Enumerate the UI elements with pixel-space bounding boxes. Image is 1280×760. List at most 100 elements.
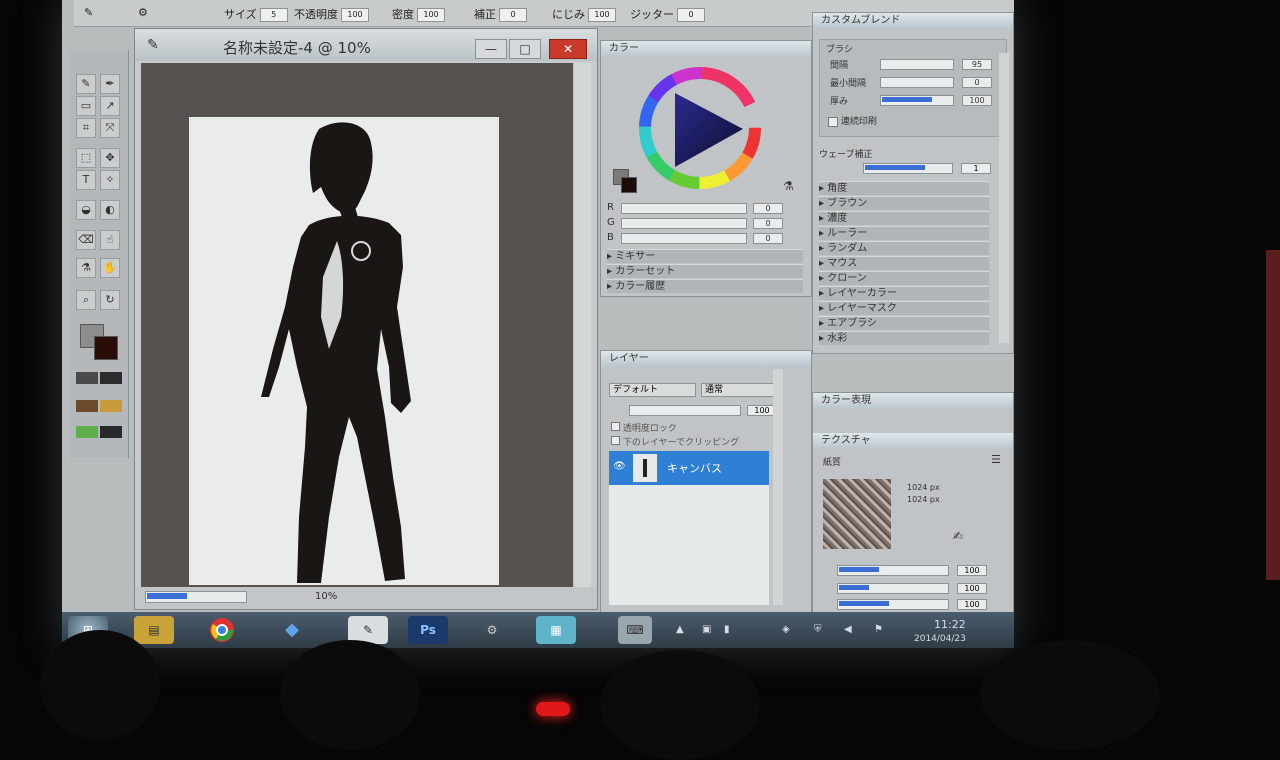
steam-icon[interactable]: ⚙ <box>472 616 512 644</box>
primary-color-swatch[interactable] <box>621 177 637 193</box>
b-slider[interactable] <box>621 233 747 244</box>
layer-blend-select[interactable]: デフォルト <box>609 383 696 397</box>
swatch-green[interactable] <box>76 426 98 438</box>
g-slider[interactable] <box>621 218 747 229</box>
correction-input[interactable]: 0 <box>499 8 527 22</box>
blend-input[interactable]: 100 <box>588 8 616 22</box>
select-tool-icon[interactable]: ⬚ <box>76 148 96 168</box>
lasso-tool-icon[interactable]: ↗ <box>100 96 120 116</box>
layer-row-selected[interactable]: 👁 キャンバス <box>609 451 769 485</box>
transform-tool-icon[interactable]: ⤧ <box>100 118 120 138</box>
rotate-tool-icon[interactable]: ↻ <box>100 290 120 310</box>
network-icon[interactable]: ◈ <box>782 624 790 635</box>
spacing-slider[interactable] <box>880 59 954 70</box>
color-expression-header[interactable]: カラー表現 <box>813 393 1013 409</box>
options-icon[interactable]: ⚙ <box>138 6 148 19</box>
brush-tool-icon[interactable]: ✎ <box>84 6 93 19</box>
brush-list-item[interactable]: ▸ エアブラシ <box>819 316 989 330</box>
chrome-icon[interactable] <box>202 616 242 644</box>
zoom-tool-icon[interactable]: ⌕ <box>76 290 96 310</box>
min-size-input[interactable]: 100 <box>341 8 369 22</box>
r-slider[interactable] <box>621 203 747 214</box>
move-tool-icon[interactable]: ✥ <box>100 148 120 168</box>
explorer-icon[interactable]: ▤ <box>134 616 174 644</box>
layer-mode-select[interactable]: 通常 <box>701 383 776 397</box>
texture-value-3[interactable]: 100 <box>957 599 987 610</box>
b-value-input[interactable]: 0 <box>753 233 783 244</box>
clock-time[interactable]: 11:22 <box>934 618 966 631</box>
mode-icon[interactable] <box>76 372 98 384</box>
dropbox-icon[interactable]: ◆ <box>272 616 312 644</box>
maximize-button[interactable]: □ <box>509 39 541 59</box>
color-history-section[interactable]: ▸ カラー履歴 <box>607 279 803 293</box>
spacing-value[interactable]: 95 <box>962 59 992 70</box>
swatch-gold[interactable] <box>100 400 122 412</box>
shield-icon[interactable]: ⛨ <box>814 624 822 635</box>
brush-list-item[interactable]: ▸ ルーラー <box>819 226 989 240</box>
bucket-tool-icon[interactable]: ◒ <box>76 200 96 220</box>
swatch-dark[interactable] <box>100 426 122 438</box>
hand-tool-icon[interactable]: ✋ <box>100 258 120 278</box>
lock-alpha-checkbox[interactable] <box>611 422 620 431</box>
brush-list-item[interactable]: ▸ 濃度 <box>819 211 989 225</box>
eyedropper-tool-icon[interactable]: ⚗ <box>76 258 96 278</box>
tray-icon-2[interactable]: ▮ <box>724 624 730 635</box>
color-panel-header[interactable]: カラー <box>601 41 811 57</box>
brush-list-item[interactable]: ▸ クローン <box>819 271 989 285</box>
texture-value-2[interactable]: 100 <box>957 583 987 594</box>
brush-list-item[interactable]: ▸ レイヤーカラー <box>819 286 989 300</box>
brush-list-item[interactable]: ▸ マウス <box>819 256 989 270</box>
layer-opacity-slider[interactable] <box>629 405 741 416</box>
wand-tool-icon[interactable]: ✧ <box>100 170 120 190</box>
wave-value[interactable]: 1 <box>961 163 991 174</box>
tray-arrow-icon[interactable]: ▲ <box>676 624 684 635</box>
brush-panel-header[interactable]: カスタムブレンド <box>813 13 1013 29</box>
brush-tool-icon[interactable]: ✎ <box>76 74 96 94</box>
texture-preview[interactable] <box>823 479 891 549</box>
brush-list-item[interactable]: ▸ 水彩 <box>819 331 989 345</box>
canvas-paper[interactable] <box>189 117 499 585</box>
smudge-tool-icon[interactable]: ☝ <box>100 230 120 250</box>
size-input[interactable]: 5 <box>259 8 288 22</box>
pen-tool-icon[interactable]: ✒ <box>100 74 120 94</box>
brush-list-item[interactable]: ▸ ブラウン <box>819 196 989 210</box>
quickmask-icon[interactable] <box>100 372 122 384</box>
color-set-section[interactable]: ▸ カラーセット <box>607 264 803 278</box>
jitter-input[interactable]: 0 <box>677 8 705 22</box>
texture-header[interactable]: テクスチャ <box>813 433 1013 449</box>
flag-icon[interactable]: ⚑ <box>874 624 883 635</box>
keyboard-icon[interactable]: ⌨ <box>618 616 652 644</box>
eraser-tool-icon[interactable]: ⌫ <box>76 230 96 250</box>
minimize-button[interactable]: — <box>475 39 507 59</box>
canvas-title-bar[interactable]: ✎ 名称未設定-4 @ 10% — □ ✕ <box>135 29 597 61</box>
brush-list-item[interactable]: ▸ レイヤーマスク <box>819 301 989 315</box>
canvas-area[interactable] <box>141 63 573 587</box>
texture-value-1[interactable]: 100 <box>957 565 987 576</box>
photoshop-icon[interactable]: Ps <box>408 616 448 644</box>
mixer-section[interactable]: ▸ ミキサー <box>607 249 803 263</box>
volume-icon[interactable]: ◀ <box>844 624 852 635</box>
eye-icon[interactable]: 👁 <box>613 461 626 472</box>
color-wheel[interactable] <box>635 63 765 193</box>
brush-list-item[interactable]: ▸ 角度 <box>819 181 989 195</box>
text-tool-icon[interactable]: T <box>76 170 96 190</box>
screen-app-icon[interactable]: ▦ <box>536 616 576 644</box>
clock-date[interactable]: 2014/04/23 <box>914 634 966 644</box>
crop-tool-icon[interactable]: ⌗ <box>76 118 96 138</box>
swatch-brown[interactable] <box>76 400 98 412</box>
foreground-color-swatch[interactable] <box>94 336 118 360</box>
tray-icon-1[interactable]: ▣ <box>702 624 711 635</box>
vertical-scrollbar[interactable] <box>575 63 591 587</box>
layer-panel-header[interactable]: レイヤー <box>601 351 811 367</box>
brush-list-item[interactable]: ▸ ランダム <box>819 241 989 255</box>
brush-panel-scrollbar[interactable] <box>999 53 1009 343</box>
g-value-input[interactable]: 0 <box>753 218 783 229</box>
texture-menu-icon[interactable]: ☰ <box>991 453 1001 466</box>
clipping-checkbox[interactable] <box>611 436 620 445</box>
min-spacing-slider[interactable] <box>880 77 954 88</box>
close-button[interactable]: ✕ <box>549 39 587 59</box>
r-value-input[interactable]: 0 <box>753 203 783 214</box>
gradient-tool-icon[interactable]: ◐ <box>100 200 120 220</box>
density-input[interactable]: 100 <box>417 8 445 22</box>
continuous-checkbox[interactable] <box>828 116 838 127</box>
